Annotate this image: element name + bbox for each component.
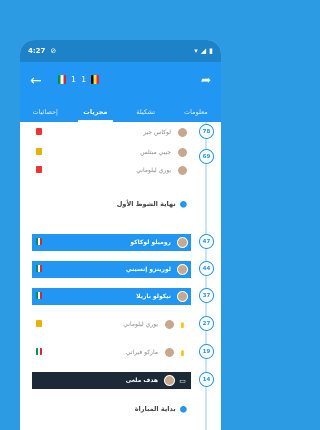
event-player: روميلو لوكاكو <box>130 239 171 246</box>
event-player: لورينزو إنسيني <box>125 266 171 273</box>
event-row[interactable]: نيكولو باريلا <box>32 288 191 305</box>
event-player: ماركو فيراتي <box>125 349 158 356</box>
team-flag-icon <box>36 166 42 175</box>
away-flag-icon <box>91 75 100 84</box>
notification-icon: ⊘ <box>50 47 57 55</box>
event-player: جيبي مبتلس <box>140 149 171 156</box>
app-bar: ← 1 1 ➦ <box>20 62 221 104</box>
team-flag-icon <box>36 292 42 301</box>
avatar <box>177 264 188 275</box>
avatar <box>177 291 188 302</box>
event-player: يوري ليلوماني <box>136 167 171 174</box>
event-player: يوري ليلوماني <box>123 321 158 328</box>
team-flag-icon <box>36 265 42 274</box>
minute-badge: 14 <box>199 372 214 387</box>
event-row[interactable]: لورينزو إنسيني <box>32 261 191 278</box>
minute-badge: 69 <box>199 149 214 164</box>
minute-badge: 47 <box>199 234 214 249</box>
team-flag-icon <box>36 320 42 329</box>
minute-badge: 37 <box>199 288 214 303</box>
events-feed: لوكاس جير 78 جيبي مبتلس 69 يوري ليلوماني… <box>20 122 221 430</box>
status-time: 4:27 <box>28 47 46 55</box>
avatar <box>177 237 188 248</box>
whistle-icon: ⬤ <box>179 200 187 208</box>
whistle-icon: ⬤ <box>179 405 187 413</box>
avatar <box>164 319 175 330</box>
event-row: ▮ ماركو فيراتي <box>32 344 191 361</box>
team-flag-icon <box>36 148 42 157</box>
event-row: جيبي مبتلس <box>32 144 191 161</box>
var-icon: ▭ <box>179 376 186 385</box>
minute-badge: 78 <box>199 124 214 139</box>
period-label: نهاية الشوط الأول <box>116 200 176 208</box>
home-flag-icon <box>58 75 66 84</box>
event-player: نيكولو باريلا <box>136 293 171 300</box>
avatar <box>177 147 188 158</box>
back-arrow-icon[interactable]: ← <box>30 73 42 89</box>
event-row: يوري ليلوماني <box>32 162 191 179</box>
avatar <box>164 347 175 358</box>
period-divider: ⬤ بداية المباراة <box>32 401 191 417</box>
avatar <box>177 127 188 138</box>
tab-lineup[interactable]: تشكيلة <box>121 104 171 122</box>
team-flag-icon <box>36 128 42 137</box>
tab-stats[interactable]: إحصائيات <box>20 104 70 122</box>
phone-screen: 4:27 ⊘ ▾ ◢ ▮ ← 1 1 ➦ معلومات تشكيلة مجري… <box>20 40 221 430</box>
avatar <box>164 375 175 386</box>
wifi-icon: ▾ <box>194 47 198 55</box>
avatar <box>177 165 188 176</box>
yellow-card-icon: ▮ <box>180 320 185 329</box>
yellow-card-icon: ▮ <box>180 348 185 357</box>
minute-badge: 44 <box>199 261 214 276</box>
period-label: بداية المباراة <box>134 405 176 413</box>
match-score: 1 1 <box>58 75 100 84</box>
event-player: لوكاس جير <box>143 129 171 136</box>
minute-badge: 19 <box>199 344 214 359</box>
event-row[interactable]: ▭ هدف ملغى <box>32 372 191 389</box>
share-icon[interactable]: ➦ <box>201 73 211 87</box>
event-row: لوكاس جير <box>32 124 191 141</box>
home-score: 1 <box>71 75 77 84</box>
event-title: هدف ملغى <box>125 377 158 384</box>
away-score: 1 <box>81 75 87 84</box>
signal-icon: ◢ <box>200 47 207 55</box>
event-row[interactable]: روميلو لوكاكو <box>32 234 191 251</box>
tab-bar: معلومات تشكيلة مجريات إحصائيات <box>20 104 221 122</box>
team-flag-icon <box>36 348 42 357</box>
minute-badge: 27 <box>199 316 214 331</box>
period-divider: ⬤ نهاية الشوط الأول <box>32 196 191 212</box>
team-flag-icon <box>36 238 42 247</box>
tab-info[interactable]: معلومات <box>171 104 221 122</box>
battery-icon: ▮ <box>209 47 213 55</box>
event-row: ▮ يوري ليلوماني <box>32 316 191 333</box>
tab-events[interactable]: مجريات <box>70 104 120 122</box>
status-bar: 4:27 ⊘ ▾ ◢ ▮ <box>20 40 221 62</box>
